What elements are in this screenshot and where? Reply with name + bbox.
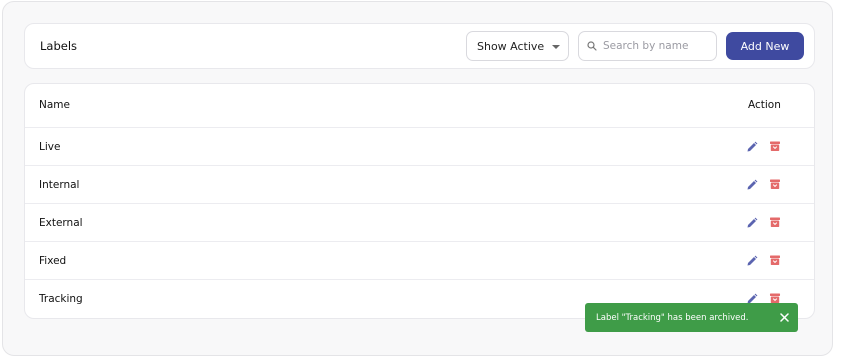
row-name: Fixed	[39, 255, 67, 267]
page-title: Labels	[40, 39, 78, 53]
archive-icon[interactable]	[769, 254, 781, 266]
pencil-icon[interactable]	[746, 141, 758, 153]
pencil-icon[interactable]	[746, 255, 758, 267]
search-input[interactable]	[603, 40, 713, 52]
search-icon	[587, 41, 597, 51]
row-name: Tracking	[39, 293, 83, 305]
close-icon[interactable]	[777, 310, 791, 324]
labels-table: Name Action Live Internal External Fixed…	[24, 83, 815, 319]
add-new-button[interactable]: Add New	[726, 32, 804, 60]
table-row: Fixed	[25, 241, 814, 279]
search-box[interactable]	[578, 31, 717, 61]
toast-message: Label "Tracking" has been archived.	[596, 312, 749, 323]
row-name: Live	[39, 141, 61, 153]
pencil-icon[interactable]	[746, 217, 758, 229]
status-filter-value: Show Active	[477, 39, 545, 53]
status-filter-select[interactable]: Show Active	[466, 31, 569, 61]
table-row: Internal	[25, 165, 814, 203]
archive-icon[interactable]	[769, 178, 781, 190]
table-row: Live	[25, 127, 814, 165]
pencil-icon[interactable]	[746, 179, 758, 191]
column-header-action: Action	[748, 99, 781, 111]
row-name: External	[39, 217, 83, 229]
table-row: External	[25, 203, 814, 241]
header-bar: Labels Show Active Add New	[24, 23, 815, 69]
chevron-down-icon	[552, 45, 560, 49]
column-header-name: Name	[39, 99, 70, 111]
archive-icon[interactable]	[769, 216, 781, 228]
archive-icon[interactable]	[769, 140, 781, 152]
toast-notification: Label "Tracking" has been archived.	[585, 303, 798, 332]
row-name: Internal	[39, 179, 80, 191]
